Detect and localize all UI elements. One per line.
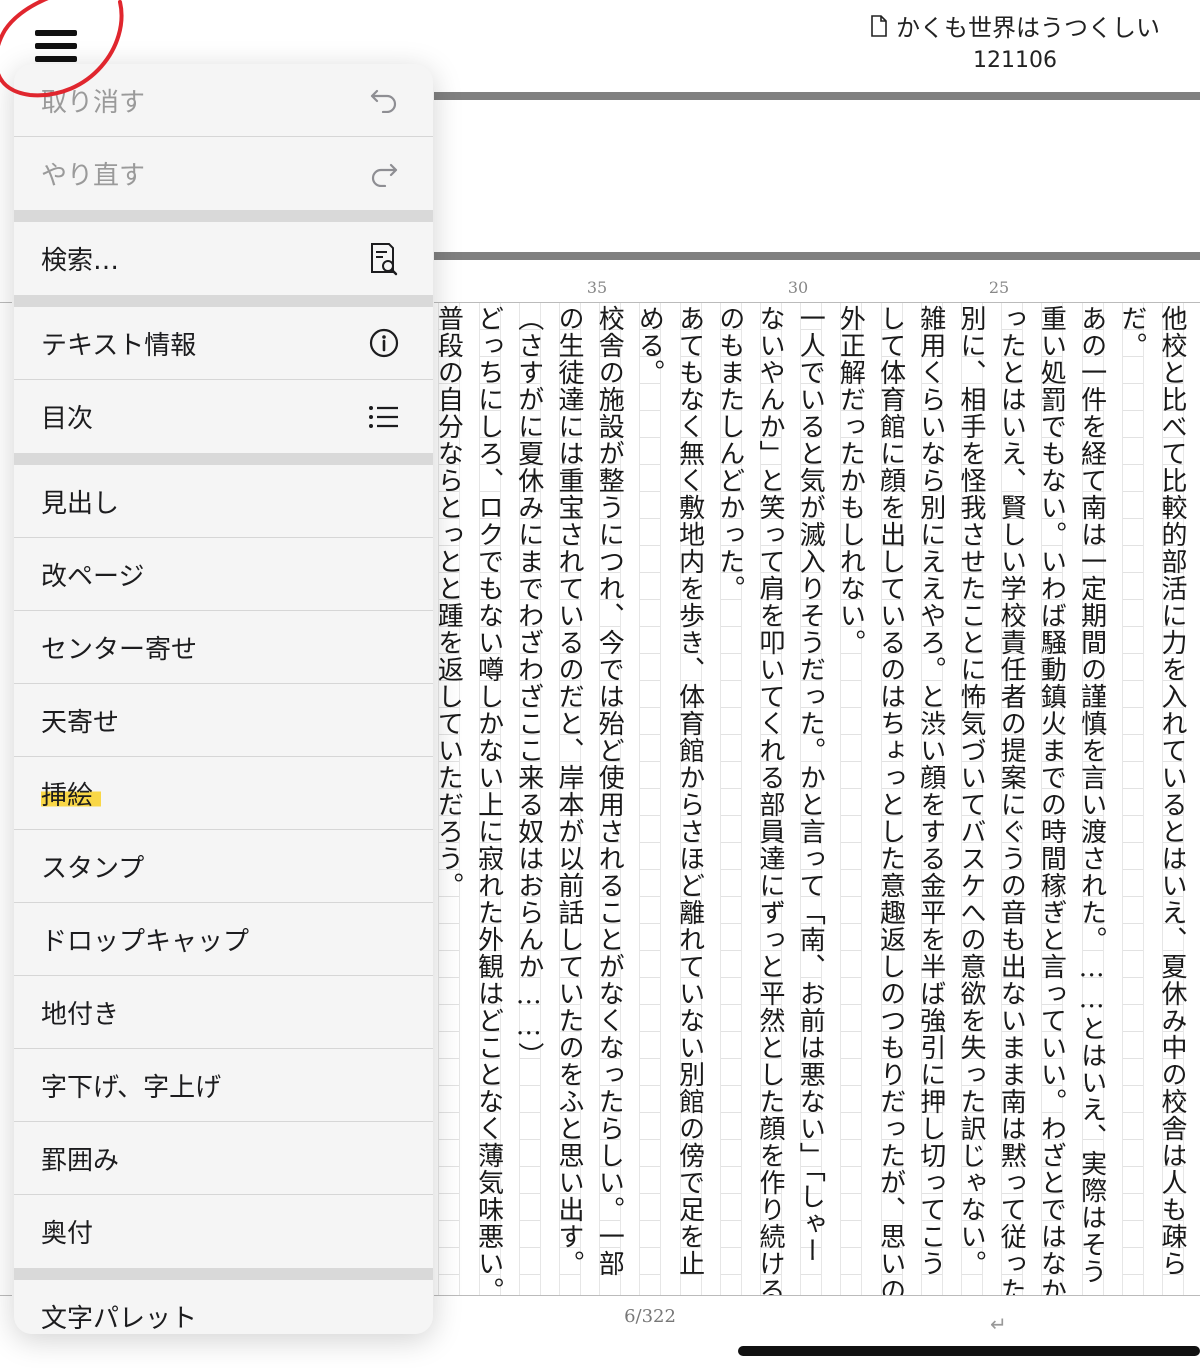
manuscript-line: どっちにしろ、ロクでもない噂しかない上に寂れた外観はどことなく薄気味悪い。	[473, 305, 504, 1295]
menu-separator	[14, 295, 433, 307]
document-title: かくも世界はうつくしい	[850, 8, 1180, 43]
manuscript-line: める。	[634, 305, 665, 386]
menu-item-label: センター寄せ	[41, 634, 198, 665]
manuscript-line: 雑用くらいなら別にええやろ。と渋い顔をする金平を半ば強引に押し切ってこう	[915, 305, 946, 1277]
undo-icon	[367, 83, 401, 117]
menu-item-label: 罫囲み	[41, 1145, 120, 1176]
ruler-tick: 30	[787, 278, 809, 297]
manuscript-line: 他校と比べて比較的部活に力を入れているとはいえ、夏休み中の校舎は人も疎ら	[1157, 305, 1187, 1277]
column-ruler: 35 30 25	[434, 270, 1200, 304]
manuscript-line: ないやんか」と笑って肩を叩いてくれる部員達にずっと平然とした顔を作り続ける	[755, 305, 785, 1295]
manuscript-line: 別に、相手を怪我させたことに怖気づいてバスケへの意欲を失った訳じゃない。	[956, 305, 986, 1277]
manuscript-line: のもまたしんどかった。	[714, 305, 745, 602]
menu-item-indent[interactable]: 字下げ、字上げ	[14, 1049, 433, 1122]
document-id: 121106	[973, 48, 1057, 73]
document-title-text: かくも世界はうつくしい	[896, 14, 1160, 42]
document-icon	[871, 14, 887, 37]
menu-button[interactable]	[28, 22, 84, 70]
menu-item-label: やり直す	[41, 161, 146, 191]
menu-item-label: 検索…	[41, 246, 120, 276]
top-rule	[434, 92, 1200, 100]
menu-item-label: 取り消す	[41, 87, 146, 118]
manuscript-page[interactable]: 他校と比べて比較的部活に力を入れているとはいえ、夏休み中の校舎は人も疎ら だ。 あの…	[433, 302, 1200, 1296]
manuscript-line: の生徒達には重宝されているのだと、岸本が以前話していたのをふと思い出す。	[554, 305, 584, 1277]
manuscript-line: 外正解だったかもしれない。	[835, 305, 866, 656]
return-mark: ↵	[990, 1312, 1007, 1336]
home-indicator	[738, 1346, 1200, 1356]
menu-item-stamp[interactable]: スタンプ	[14, 830, 433, 903]
manuscript-line: 校舎の施設が整うにつれ、今では殆ど使用されることがなくなったらしい。一部	[594, 305, 625, 1277]
manuscript-line: （さすがに夏休みにまでわざわざここ来る奴はおらんか……）	[513, 305, 544, 1069]
menu-item-drop-cap[interactable]: ドロップキャップ	[14, 903, 433, 976]
previous-page-edge	[0, 302, 12, 1296]
menu-icon-bar	[35, 56, 77, 62]
menu-item-label: テキスト情報	[41, 330, 197, 361]
menu-item-toc[interactable]: 目次	[14, 380, 433, 453]
menu-item-top-align[interactable]: 天寄せ	[14, 684, 433, 757]
menu-item-label: 改ページ	[41, 561, 145, 592]
manuscript-line: 重い処罰でもない。いわば騒動鎮火までの時間稼ぎと言っていい。わざとではなか	[1036, 305, 1067, 1295]
menu-item-label: 文字パレット	[41, 1304, 198, 1334]
ruler-tick: 25	[988, 278, 1010, 297]
menu-item-search[interactable]: 検索…	[14, 222, 433, 295]
manuscript-line: して体育館に顔を出しているのはちょっとした意趣返しのつもりだったが、思いの	[875, 305, 906, 1295]
dropdown-menu: 取り消す やり直す 検索… テキスト情報 目次 見出し 改ページ センター寄せ …	[14, 64, 433, 1334]
search-document-icon	[367, 242, 401, 276]
menu-item-redo[interactable]: やり直す	[14, 137, 433, 210]
manuscript-line: あの一件を経て南は一定期間の謹慎を言い渡された。……とはいえ、実際はそう	[1076, 305, 1107, 1285]
menu-item-label: 目次	[41, 404, 94, 434]
menu-item-label: 奥付	[41, 1219, 94, 1249]
menu-item-character-palette[interactable]: 文字パレット	[14, 1280, 433, 1334]
menu-item-label: 天寄せ	[41, 707, 120, 738]
menu-item-label: 字下げ、字上げ	[41, 1072, 222, 1103]
manuscript-line: 普段の自分ならとっとと踵を返していただろう。	[433, 305, 464, 899]
menu-item-undo[interactable]: 取り消す	[14, 64, 433, 137]
menu-item-label: 挿絵	[41, 774, 102, 812]
menu-separator	[14, 210, 433, 222]
mid-rule	[434, 252, 1200, 260]
menu-separator	[14, 1268, 433, 1280]
menu-item-label: 見出し	[41, 488, 120, 519]
manuscript-line: ったとはいえ、賢しい学校責任者の提案にぐうの音も出ないまま南は黙って従った。	[996, 305, 1027, 1295]
menu-item-label: スタンプ	[41, 853, 145, 884]
menu-icon-bar	[35, 43, 77, 49]
ruler-tick: 35	[586, 278, 608, 297]
menu-item-text-info[interactable]: テキスト情報	[14, 307, 433, 380]
menu-item-heading[interactable]: 見出し	[14, 465, 433, 538]
menu-item-label: 地付き	[41, 999, 120, 1030]
menu-item-center-align[interactable]: センター寄せ	[14, 611, 433, 684]
menu-separator	[14, 453, 433, 465]
menu-icon-bar	[35, 30, 77, 36]
list-icon	[367, 400, 401, 434]
manuscript-line: だ。	[1116, 305, 1147, 359]
menu-item-page-break[interactable]: 改ページ	[14, 538, 433, 611]
menu-item-illustration[interactable]: 挿絵	[14, 757, 433, 830]
menu-item-label: ドロップキャップ	[41, 926, 250, 957]
page-indicator: 6/322	[624, 1306, 676, 1327]
info-icon	[367, 326, 401, 360]
menu-item-border-box[interactable]: 罫囲み	[14, 1122, 433, 1195]
redo-icon	[367, 157, 401, 191]
manuscript-line: あてもなく無く敷地内を歩き、体育館からさほど離れていない別館の傍で足を止	[674, 305, 705, 1277]
menu-item-colophon[interactable]: 奥付	[14, 1195, 433, 1268]
manuscript-line: 一人でいると気が滅入りそうだった。かと言って「南、お前は悪ない」「しゃー	[795, 305, 826, 1264]
menu-item-bottom-align[interactable]: 地付き	[14, 976, 433, 1049]
